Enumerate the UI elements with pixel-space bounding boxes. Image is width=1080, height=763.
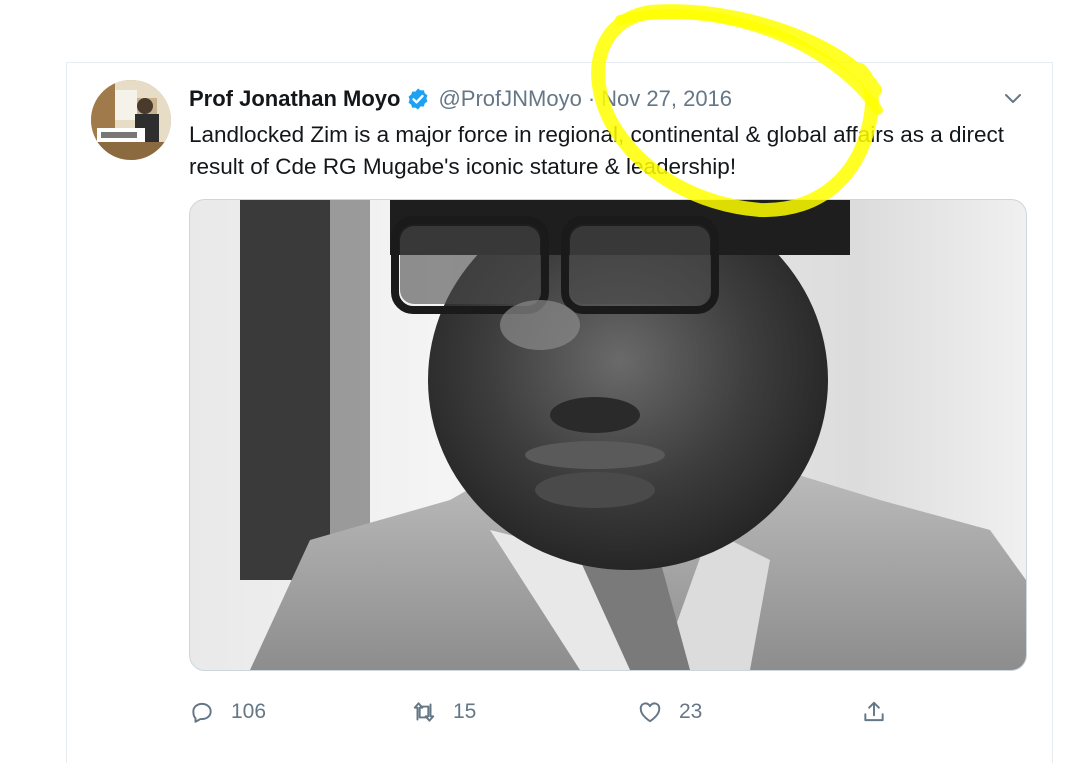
tweet-date[interactable]: Nov 27, 2016 <box>601 86 732 112</box>
author-name[interactable]: Prof Jonathan Moyo <box>189 86 400 112</box>
author-avatar[interactable] <box>91 80 171 160</box>
share-icon <box>861 699 887 725</box>
retweet-icon <box>411 699 437 725</box>
verified-badge-icon <box>406 87 430 111</box>
reply-count: 106 <box>231 700 267 723</box>
tweet-text: Landlocked Zim is a major force in regio… <box>189 122 1005 179</box>
like-count: 23 <box>679 700 703 723</box>
tweet-header: Prof Jonathan Moyo @ProfJNMoyo · Nov 27,… <box>189 85 732 113</box>
share-button[interactable] <box>861 697 887 727</box>
tweet-photo[interactable] <box>189 199 1027 671</box>
author-handle[interactable]: @ProfJNMoyo <box>438 86 581 112</box>
tweet-card[interactable]: Prof Jonathan Moyo @ProfJNMoyo · Nov 27,… <box>66 62 1053 763</box>
chevron-down-icon[interactable] <box>1002 87 1024 109</box>
reply-button[interactable]: 106 <box>189 697 266 727</box>
retweet-count: 15 <box>453 700 477 723</box>
reply-icon <box>189 699 215 725</box>
retweet-button[interactable]: 15 <box>411 697 476 727</box>
heart-icon <box>637 699 663 725</box>
tweet-actions: 106 15 23 <box>189 697 889 727</box>
like-button[interactable]: 23 <box>637 697 702 727</box>
separator-dot: · <box>587 86 596 111</box>
